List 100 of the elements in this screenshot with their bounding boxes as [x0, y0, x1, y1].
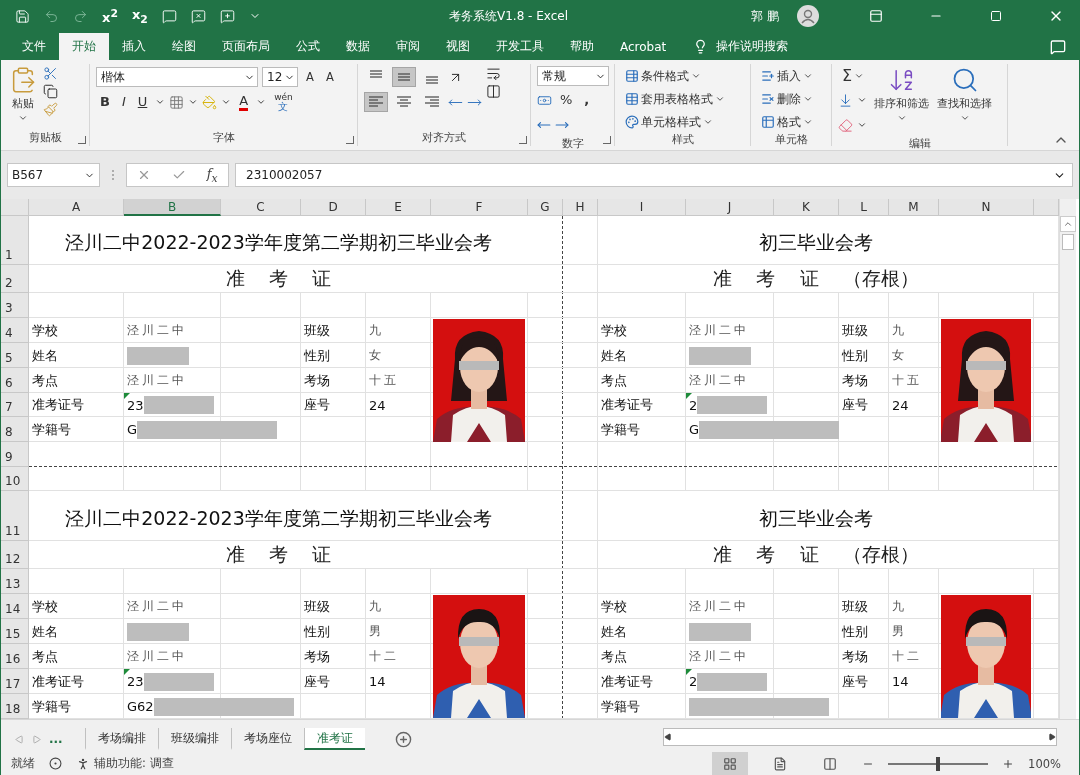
enter-icon[interactable]	[172, 168, 187, 182]
font-size-field[interactable]: 12	[262, 67, 298, 87]
row-header[interactable]: 18	[1, 694, 29, 719]
dialog-launcher-icon[interactable]	[346, 136, 354, 144]
scroll-left-icon[interactable]	[664, 733, 672, 741]
row-header[interactable]: 9	[1, 442, 29, 467]
column-header[interactable]: L	[839, 199, 889, 216]
cells-menu-button[interactable]: 格式	[757, 112, 817, 132]
scroll-right-icon[interactable]	[1048, 733, 1056, 741]
column-header[interactable]: A	[29, 199, 124, 216]
menu-tab[interactable]: 开始	[59, 33, 109, 60]
formula-field[interactable]: 2310002057	[235, 163, 1073, 187]
comma-button[interactable]: ,	[580, 90, 594, 110]
superscript-button[interactable]: x$^{2}$	[102, 6, 118, 26]
sheet-tab[interactable]: 班级编排	[158, 728, 231, 750]
menu-tab[interactable]: 数据	[333, 33, 383, 60]
eraser-icon[interactable]	[838, 117, 853, 133]
caret-icon[interactable]	[854, 71, 865, 81]
horizontal-scrollbar[interactable]	[663, 728, 1057, 746]
menu-tab[interactable]: 文件	[9, 33, 59, 60]
dialog-launcher-icon[interactable]	[603, 136, 611, 144]
menu-tab[interactable]: 页面布局	[209, 33, 283, 60]
zoom-level[interactable]: 100%	[1028, 756, 1061, 771]
sort-filter-button[interactable]: 排序和筛选	[872, 66, 932, 136]
insert-function-button[interactable]: f$_{x}$	[206, 165, 218, 185]
row-header[interactable]: 10	[1, 467, 29, 491]
scissors-icon[interactable]	[43, 66, 58, 81]
undo-icon[interactable]	[44, 8, 59, 24]
column-header[interactable]: G	[528, 199, 563, 216]
caret-icon[interactable]	[188, 97, 199, 107]
horizontal-align-button[interactable]	[364, 92, 388, 112]
font-name-field[interactable]: 楷体	[96, 67, 258, 87]
caret-icon[interactable]	[256, 97, 267, 107]
caret-icon[interactable]	[703, 117, 713, 127]
menu-tab[interactable]: 绘图	[159, 33, 209, 60]
cells-menu-button[interactable]: 插入	[757, 66, 817, 86]
cells-menu-button[interactable]: 删除	[757, 89, 817, 109]
menu-tab[interactable]: 视图	[433, 33, 483, 60]
row-header[interactable]: 13	[1, 569, 29, 594]
row-header[interactable]: 14	[1, 594, 29, 619]
comments-icon[interactable]	[1050, 38, 1066, 55]
row-header[interactable]: 12	[1, 541, 29, 569]
sheet-tab[interactable]: 准考证	[304, 728, 365, 750]
comment-delete-icon[interactable]	[190, 8, 206, 24]
caret-icon[interactable]	[803, 117, 813, 127]
column-header[interactable]: E	[366, 199, 431, 216]
caret-icon[interactable]	[221, 97, 232, 107]
caret-icon[interactable]	[803, 94, 813, 104]
save-icon[interactable]	[15, 8, 30, 24]
row-header[interactable]: 7	[1, 393, 29, 417]
caret-icon[interactable]	[896, 113, 907, 123]
copy-icon[interactable]	[43, 84, 58, 99]
column-header[interactable]: H	[563, 199, 598, 216]
more-sheets-button[interactable]: ...	[49, 732, 73, 746]
style-menu-button[interactable]: 条件格式	[621, 66, 729, 86]
caret-icon[interactable]	[715, 94, 725, 104]
name-box[interactable]: B567	[7, 163, 100, 187]
column-header[interactable]: I	[598, 199, 686, 216]
dialog-launcher-icon[interactable]	[519, 136, 527, 144]
avatar-icon[interactable]	[797, 5, 819, 27]
fill-color-icon[interactable]	[202, 94, 218, 110]
view-button[interactable]	[712, 751, 749, 775]
maximize-icon[interactable]	[990, 10, 1002, 22]
subscript-button[interactable]: x$_{2}$	[131, 6, 148, 26]
menu-tab[interactable]: 插入	[109, 33, 159, 60]
fill-down-icon[interactable]	[838, 92, 853, 108]
accessibility-status[interactable]: 辅助功能: 调查	[94, 756, 174, 771]
menu-tab[interactable]: 帮助	[557, 33, 607, 60]
paste-button[interactable]: 粘贴	[7, 66, 39, 130]
caret-icon[interactable]	[155, 97, 166, 107]
column-header[interactable]: K	[774, 199, 839, 216]
number-format-field[interactable]: 常规	[537, 66, 609, 86]
column-header[interactable]: B	[124, 199, 221, 216]
percent-button[interactable]: %	[556, 90, 577, 110]
shrink-font-button[interactable]: A	[321, 67, 338, 87]
caret-icon[interactable]	[18, 113, 28, 123]
row-header[interactable]: 1	[1, 216, 29, 265]
column-header[interactable]: N	[939, 199, 1034, 216]
row-header[interactable]: 6	[1, 368, 29, 393]
border-icon[interactable]	[169, 94, 185, 110]
phonetic-button[interactable]: wén 文	[270, 92, 297, 112]
row-header[interactable]: 5	[1, 343, 29, 368]
scroll-thumb[interactable]	[1062, 234, 1074, 250]
grow-font-button[interactable]: A	[302, 67, 318, 87]
wrap-text-icon[interactable]	[486, 66, 501, 81]
autosum-button[interactable]: Σ	[838, 66, 869, 86]
comment-add-icon[interactable]	[219, 8, 235, 24]
menu-tab[interactable]: 开发工具	[483, 33, 557, 60]
column-header[interactable]: F	[431, 199, 528, 216]
row-header[interactable]: 11	[1, 491, 29, 541]
font-color-button[interactable]: A	[235, 92, 253, 112]
caret-icon[interactable]	[803, 71, 813, 81]
style-menu-button[interactable]: 套用表格格式	[621, 89, 729, 109]
menu-tab[interactable]: 公式	[283, 33, 333, 60]
sheet-tab[interactable]: 考场编排	[85, 728, 158, 750]
caret-icon[interactable]	[857, 120, 867, 130]
menu-tab[interactable]: Acrobat	[607, 33, 680, 60]
vertical-align-button[interactable]	[392, 67, 416, 87]
comment-icon[interactable]	[161, 8, 177, 24]
menu-tab[interactable]: 审阅	[383, 33, 433, 60]
